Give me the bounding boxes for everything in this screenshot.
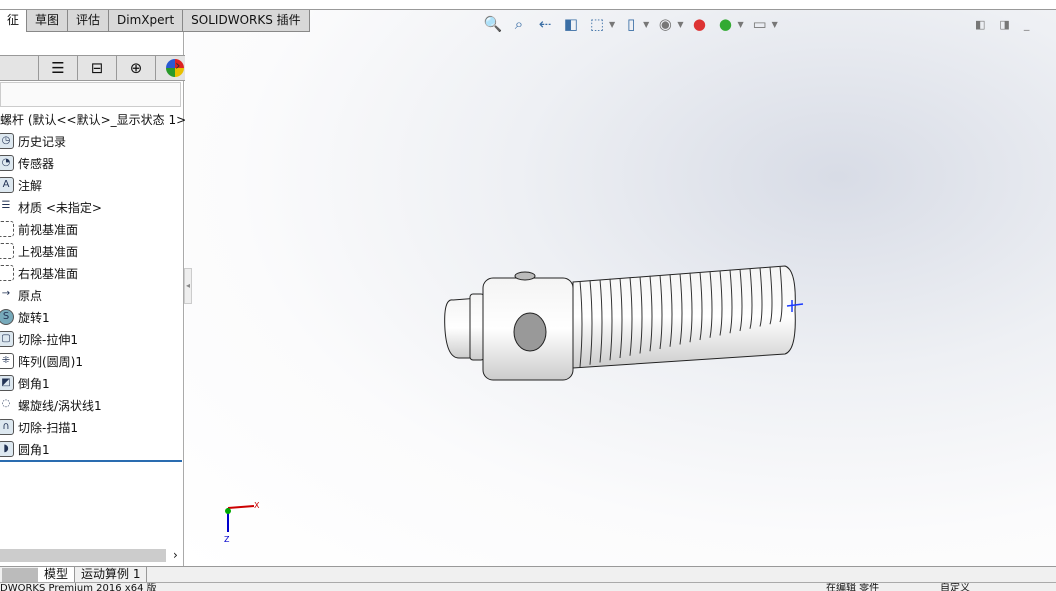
chevron-right-icon[interactable]: › bbox=[173, 548, 178, 562]
dropdown-icon[interactable]: ▼ bbox=[643, 20, 649, 29]
tab-features[interactable]: 征 bbox=[0, 10, 28, 32]
tree-item-label: 注解 bbox=[18, 178, 43, 193]
ribbon-top bbox=[0, 0, 1056, 10]
tree-item-label: 传感器 bbox=[18, 156, 55, 171]
chevron-right-icon[interactable]: › bbox=[175, 58, 181, 74]
tab-dimxpert[interactable]: DimXpert bbox=[108, 10, 184, 32]
graphics-area[interactable] bbox=[185, 10, 1056, 566]
tab-scroll-buttons[interactable] bbox=[2, 567, 38, 582]
tree-item[interactable]: ◌ 螺旋线/涡状线1 bbox=[0, 394, 182, 416]
tree-item-label: 圆角1 bbox=[18, 442, 50, 457]
tree-item-label: 切除-拉伸1 bbox=[18, 332, 78, 347]
tree-item[interactable]: ◗ 圆角1 bbox=[0, 438, 182, 460]
tree-item-label: 旋转1 bbox=[18, 310, 50, 325]
tree-item-label: 切除-扫描1 bbox=[18, 420, 78, 435]
z-axis-label: Z bbox=[224, 535, 230, 544]
tree-item-label: 右视基准面 bbox=[18, 266, 79, 281]
hide-show-items-icon[interactable]: ◉ bbox=[655, 14, 675, 34]
status-app: DWORKS Premium 2016 x64 版 bbox=[0, 583, 157, 591]
tree-item-label: 原点 bbox=[18, 288, 43, 303]
origin-icon: → bbox=[1, 288, 11, 299]
tree-item-label: 历史记录 bbox=[18, 134, 67, 149]
tree-item-label: 材质 <未指定> bbox=[18, 200, 102, 215]
next-icon[interactable]: ◨ bbox=[999, 18, 1009, 31]
zoom-to-fit-icon[interactable]: 🔍 bbox=[483, 14, 503, 34]
circular-pattern-icon: ⁜ bbox=[0, 353, 14, 369]
plane-icon bbox=[0, 221, 14, 237]
view-orientation-icon[interactable]: ⬚ bbox=[587, 14, 607, 34]
bottom-tabs: 模型 运动算例 1 bbox=[0, 566, 1056, 583]
tree-item[interactable]: S 旋转1 bbox=[0, 306, 182, 328]
panel-tabs: ☰ ⊟ ⊕ bbox=[0, 55, 195, 81]
rollback-bar[interactable] bbox=[0, 460, 182, 462]
cut-sweep-icon: ∩ bbox=[0, 419, 14, 435]
dropdown-icon[interactable]: ▼ bbox=[677, 20, 683, 29]
tab-addins[interactable]: SOLIDWORKS 插件 bbox=[182, 10, 310, 32]
reference-triad: X Z bbox=[224, 501, 260, 544]
tree-item[interactable]: ☰ 材质 <未指定> bbox=[0, 196, 182, 218]
zoom-to-area-icon[interactable]: ⌕ bbox=[509, 14, 529, 34]
revolve-icon: S bbox=[0, 309, 14, 325]
tree-filter[interactable] bbox=[0, 82, 181, 107]
screw-model bbox=[444, 265, 804, 381]
viewport-window-buttons: ◧ ◨ _ bbox=[975, 18, 1029, 31]
property-manager-tab[interactable]: ☰ bbox=[38, 55, 78, 81]
status-units[interactable]: 自定义 bbox=[940, 583, 970, 591]
chamfer-icon: ◩ bbox=[0, 375, 14, 391]
dropdown-icon[interactable]: ▼ bbox=[772, 20, 778, 29]
cut-extrude-icon: ▢ bbox=[0, 331, 14, 347]
tree-item-label: 倒角1 bbox=[18, 376, 50, 391]
tree-item[interactable]: ∩ 切除-扫描1 bbox=[0, 416, 182, 438]
x-axis-label: X bbox=[254, 501, 260, 510]
tab-evaluate[interactable]: 评估 bbox=[67, 10, 110, 32]
tree-root[interactable]: 螺杆 (默认<<默认>_显示状态 1>) bbox=[0, 111, 191, 128]
tree-item[interactable]: 前视基准面 bbox=[0, 218, 182, 240]
heads-up-view-toolbar: 🔍 ⌕ ⇠ ◧ ⬚ ▼ ▯ ▼ ◉ ▼ ● ● ▼ ▭ ▼ bbox=[483, 14, 778, 34]
command-manager-tabs: 征 草图 评估 DimXpert SOLIDWORKS 插件 bbox=[0, 10, 310, 32]
tab-model[interactable]: 模型 bbox=[38, 566, 76, 583]
status-bar: DWORKS Premium 2016 x64 版 在编辑 零件 自定义 bbox=[0, 582, 1056, 591]
tree-item[interactable]: 右视基准面 bbox=[0, 262, 182, 284]
plane-icon bbox=[0, 243, 14, 259]
tree-item[interactable]: → 原点 bbox=[0, 284, 182, 306]
previous-view-icon[interactable]: ⇠ bbox=[535, 14, 555, 34]
history-icon: ◷ bbox=[0, 133, 14, 149]
section-view-icon[interactable]: ◧ bbox=[561, 14, 581, 34]
apply-scene-icon[interactable]: ● bbox=[715, 14, 735, 34]
view-settings-icon[interactable]: ▭ bbox=[750, 14, 770, 34]
tab-sketch[interactable]: 草图 bbox=[26, 10, 69, 32]
tree-item[interactable]: ◔ 传感器 bbox=[0, 152, 182, 174]
previous-icon[interactable]: ◧ bbox=[975, 18, 985, 31]
tree-item[interactable]: 上视基准面 bbox=[0, 240, 182, 262]
dimxpert-manager-tab[interactable]: ⊕ bbox=[116, 55, 156, 81]
dropdown-icon[interactable]: ▼ bbox=[609, 20, 615, 29]
display-style-icon[interactable]: ▯ bbox=[621, 14, 641, 34]
tab-motion-study[interactable]: 运动算例 1 bbox=[75, 566, 148, 583]
tree-item-label: 前视基准面 bbox=[18, 222, 79, 237]
helix-icon: ◌ bbox=[1, 398, 11, 409]
material-icon: ☰ bbox=[1, 200, 11, 211]
tree-item-label: 螺旋线/涡状线1 bbox=[18, 398, 102, 413]
horizontal-scrollbar[interactable] bbox=[0, 549, 166, 562]
minimize-icon[interactable]: _ bbox=[1024, 18, 1030, 31]
feature-manager-tab[interactable] bbox=[0, 55, 39, 81]
annotation-icon: A bbox=[0, 177, 14, 193]
tree-item[interactable]: ◷ 历史记录 bbox=[0, 130, 182, 152]
dropdown-icon[interactable]: ▼ bbox=[737, 20, 743, 29]
tree-item-label: 上视基准面 bbox=[18, 244, 79, 259]
fillet-icon: ◗ bbox=[0, 441, 14, 457]
feature-tree: ◷ 历史记录 ◔ 传感器 A 注解 ☰ 材质 <未指定> 前视基准面 上视基准面 右视基… bbox=[0, 130, 182, 460]
sensor-icon: ◔ bbox=[0, 155, 14, 171]
tree-item-label: 阵列(圆周)1 bbox=[18, 354, 83, 369]
tree-item[interactable]: ▢ 切除-拉伸1 bbox=[0, 328, 182, 350]
configuration-manager-tab[interactable]: ⊟ bbox=[77, 55, 117, 81]
panel-splitter[interactable]: ◂ bbox=[184, 268, 192, 304]
tree-item[interactable]: A 注解 bbox=[0, 174, 182, 196]
tree-item[interactable]: ⁜ 阵列(圆周)1 bbox=[0, 350, 182, 372]
tree-item[interactable]: ◩ 倒角1 bbox=[0, 372, 182, 394]
status-mode: 在编辑 零件 bbox=[826, 583, 880, 591]
edit-appearance-icon[interactable]: ● bbox=[689, 14, 709, 34]
plane-icon bbox=[0, 265, 14, 281]
